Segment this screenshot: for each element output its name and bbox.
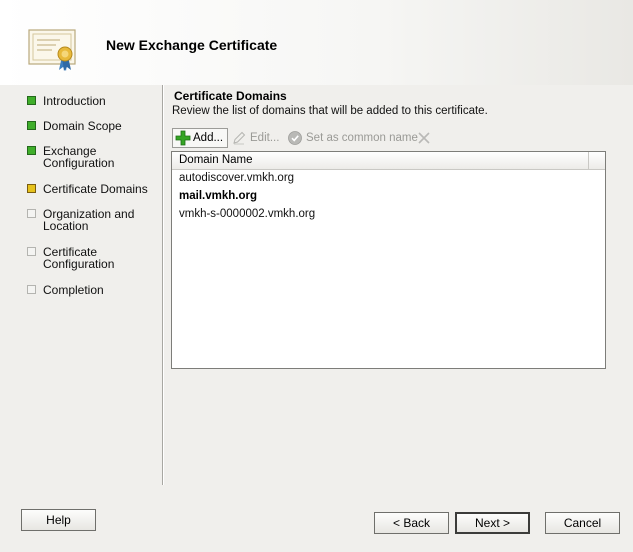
domain-list[interactable]: Domain Name autodiscover.vmkh.org mail.v… bbox=[171, 151, 606, 369]
wizard-steps-nav: Introduction Domain Scope Exchange Confi… bbox=[0, 85, 160, 485]
set-common-name-button[interactable]: Set as common name bbox=[287, 128, 418, 148]
step-organization-and-location: Organization and Location bbox=[27, 208, 137, 232]
step-certificate-configuration: Certificate Configuration bbox=[27, 246, 127, 270]
cancel-button[interactable]: Cancel bbox=[545, 512, 620, 534]
step-status-icon bbox=[27, 184, 36, 193]
help-button[interactable]: Help bbox=[21, 509, 96, 531]
step-status-icon bbox=[27, 96, 36, 105]
edit-domain-button[interactable]: Edit... bbox=[231, 128, 279, 148]
step-label: Certificate Configuration bbox=[43, 245, 115, 271]
step-completion: Completion bbox=[27, 284, 157, 296]
step-label: Domain Scope bbox=[43, 119, 122, 133]
domain-toolbar: Add... Edit... Set as common name bbox=[171, 128, 611, 150]
step-label: Completion bbox=[43, 283, 104, 297]
delete-x-icon bbox=[418, 132, 430, 144]
next-button[interactable]: Next > bbox=[455, 512, 530, 534]
remove-domain-button[interactable] bbox=[416, 128, 432, 148]
step-status-icon bbox=[27, 247, 36, 256]
domain-row-common-name[interactable]: mail.vmkh.org bbox=[179, 190, 257, 202]
nav-divider bbox=[162, 85, 164, 485]
step-introduction: Introduction bbox=[27, 95, 157, 107]
wizard-header: New Exchange Certificate bbox=[0, 0, 633, 85]
column-header-domain-name[interactable]: Domain Name bbox=[179, 154, 253, 166]
domain-list-header: Domain Name bbox=[172, 152, 605, 170]
checkmark-circle-icon bbox=[288, 131, 302, 145]
step-exchange-configuration: Exchange Configuration bbox=[27, 145, 127, 169]
step-label: Introduction bbox=[43, 94, 106, 108]
page-title: Certificate Domains bbox=[174, 89, 287, 103]
back-button[interactable]: < Back bbox=[374, 512, 449, 534]
wizard-title: New Exchange Certificate bbox=[106, 37, 278, 53]
step-status-icon bbox=[27, 285, 36, 294]
edit-button-label: Edit... bbox=[250, 132, 280, 144]
add-domain-button[interactable]: Add... bbox=[172, 128, 228, 148]
step-label: Organization and Location bbox=[43, 207, 135, 233]
step-status-icon bbox=[27, 146, 36, 155]
step-certificate-domains: Certificate Domains bbox=[27, 183, 157, 195]
pencil-icon bbox=[233, 131, 246, 145]
domain-row[interactable]: vmkh-s-0000002.vmkh.org bbox=[179, 208, 315, 220]
step-label: Exchange Configuration bbox=[43, 144, 115, 170]
step-label: Certificate Domains bbox=[43, 182, 148, 196]
page-description: Review the list of domains that will be … bbox=[172, 105, 488, 117]
add-button-label: Add... bbox=[193, 132, 224, 144]
set-common-name-label: Set as common name bbox=[306, 132, 418, 144]
column-separator bbox=[588, 152, 589, 169]
step-status-icon bbox=[27, 209, 36, 218]
step-domain-scope: Domain Scope bbox=[27, 120, 157, 132]
plus-icon bbox=[175, 130, 191, 146]
step-status-icon bbox=[27, 121, 36, 130]
certificate-icon bbox=[28, 29, 76, 71]
domain-row[interactable]: autodiscover.vmkh.org bbox=[179, 172, 294, 184]
